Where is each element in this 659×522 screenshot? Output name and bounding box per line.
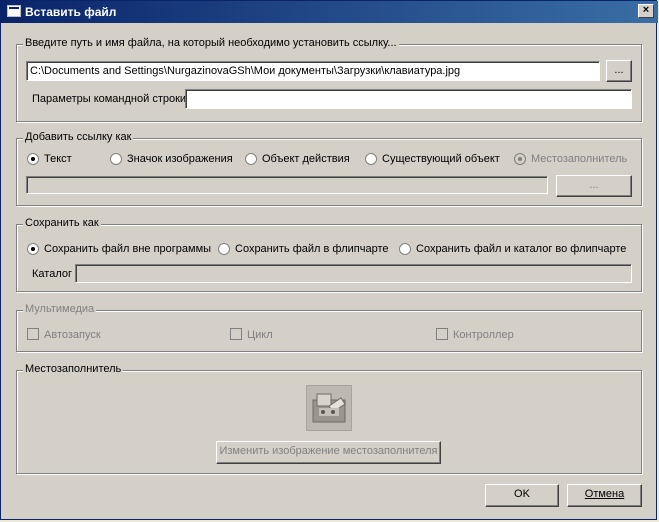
file-path-input[interactable]: C:\Documents and Settings\NurgazinovaGSh… — [26, 61, 600, 81]
radio-save-outside-label: Сохранить файл вне программы — [44, 243, 212, 255]
radio-save-with-catalog[interactable] — [399, 243, 411, 255]
radio-link-placeholder-label: Местозаполнитель — [531, 153, 628, 165]
radio-link-text-label: Текст — [44, 153, 72, 165]
radio-save-in-flipchart[interactable] — [218, 243, 230, 255]
link-browse-button: ... — [556, 175, 632, 197]
placeholder-group-legend: Местозаполнитель — [23, 363, 124, 375]
radio-link-action-object-label: Объект действия — [262, 153, 350, 165]
radio-link-image-icon[interactable] — [110, 153, 122, 165]
controller-label: Контроллер — [453, 329, 514, 341]
window-icon — [7, 5, 21, 17]
autostart-checkbox — [27, 328, 39, 340]
radio-link-existing-object[interactable] — [365, 153, 377, 165]
radio-link-existing-object-label: Существующий объект — [382, 153, 500, 165]
media-group: Мультимедиа — [16, 303, 642, 352]
radio-save-outside[interactable] — [27, 243, 39, 255]
catalog-input — [75, 264, 632, 283]
save-group-legend: Сохранить как — [23, 217, 101, 229]
loop-checkbox — [230, 328, 242, 340]
ok-button[interactable]: OK — [485, 484, 559, 507]
autostart-label: Автозапуск — [44, 329, 101, 341]
controller-checkbox — [436, 328, 448, 340]
radio-link-placeholder — [514, 153, 526, 165]
radio-save-with-catalog-label: Сохранить файл и каталог во флипчарте — [416, 243, 627, 255]
browse-file-button[interactable]: ... — [606, 60, 632, 82]
close-button[interactable]: × — [638, 4, 654, 18]
window-title: Вставить файл — [25, 5, 117, 19]
radio-link-image-icon-label: Значок изображения — [127, 153, 233, 165]
radio-link-action-object[interactable] — [245, 153, 257, 165]
placeholder-image-graphic — [312, 393, 346, 423]
radio-save-in-flipchart-label: Сохранить файл в флипчарте — [235, 243, 389, 255]
cmdline-label: Параметры командной строки — [32, 93, 187, 105]
cancel-button[interactable]: Отмена — [567, 484, 642, 507]
path-group-legend: Введите путь и имя файла, на который нео… — [23, 37, 399, 49]
link-object-field — [26, 176, 548, 194]
link-group: Добавить ссылку как — [16, 131, 642, 206]
catalog-label: Каталог — [32, 268, 72, 280]
media-group-legend: Мультимедиа — [23, 303, 97, 315]
title-bar: Вставить файл × — [1, 1, 658, 23]
placeholder-image-icon — [306, 385, 352, 431]
cmdline-input[interactable] — [185, 89, 632, 109]
link-group-legend: Добавить ссылку как — [23, 131, 134, 143]
path-group: Введите путь и имя файла, на который нео… — [16, 37, 642, 122]
loop-label: Цикл — [247, 329, 273, 341]
radio-link-text[interactable] — [27, 153, 39, 165]
change-placeholder-button: Изменить изображение местозаполнителя — [216, 441, 441, 464]
